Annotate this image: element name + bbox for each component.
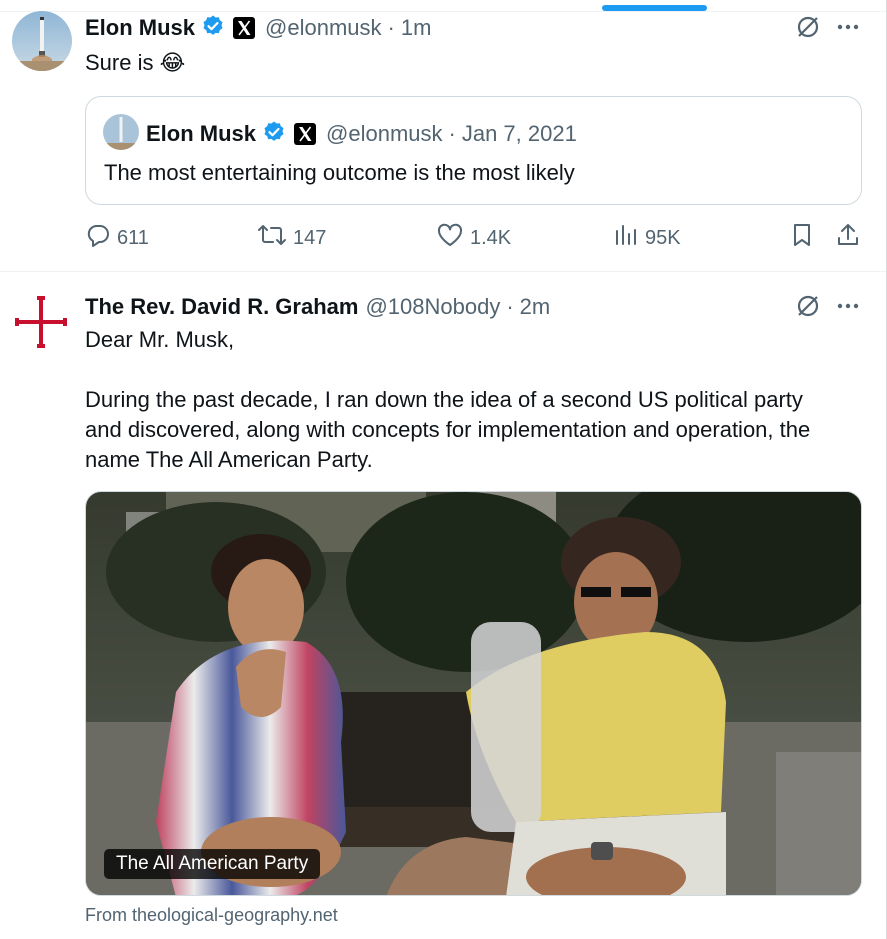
- media-card[interactable]: The All American Party: [85, 491, 862, 896]
- quote-author-handle: @elonmusk: [326, 121, 443, 146]
- separator-dot: ·: [448, 121, 456, 146]
- tweet-text-line: and discovered, along with concepts for …: [85, 417, 811, 442]
- reply-icon: [85, 222, 117, 254]
- share-button[interactable]: [835, 222, 867, 254]
- tweet-text: Sure is 😂: [85, 50, 186, 75]
- reply-count: 611: [117, 226, 149, 249]
- reply-button[interactable]: 611: [85, 222, 149, 254]
- tweet-header: Elon Musk @elonmusk · 1m: [85, 13, 431, 43]
- tweet-text-line: Dear Mr. Musk,: [85, 327, 235, 352]
- views-icon: [613, 222, 645, 254]
- more-icon[interactable]: [835, 14, 861, 40]
- tweet-text-line: During the past decade, I ran down the i…: [85, 387, 803, 412]
- avatar[interactable]: [10, 290, 72, 352]
- quote-author-name: Elon Musk: [146, 121, 257, 146]
- tweet-controls: [795, 14, 861, 40]
- timestamp[interactable]: 1m: [401, 15, 432, 41]
- author-name[interactable]: The Rev. David R. Graham: [85, 294, 358, 320]
- repost-count: 147: [293, 226, 327, 249]
- quote-date: Jan 7, 2021: [461, 121, 577, 146]
- grok-icon[interactable]: [795, 293, 821, 319]
- avatar[interactable]: [12, 11, 72, 71]
- tweet-2[interactable]: The Rev. David R. Graham @108Nobody · 2m…: [0, 272, 886, 939]
- verified-badge-icon: [262, 120, 286, 149]
- x-logo-icon: [294, 123, 317, 145]
- separator-dot: ·: [506, 294, 514, 319]
- grok-icon[interactable]: [795, 14, 821, 40]
- quote-tweet[interactable]: Elon Musk @elonmusk · Jan 7, 2021 The mo…: [85, 96, 862, 205]
- bookmark-button[interactable]: [790, 222, 820, 254]
- like-icon: [436, 222, 470, 254]
- link-source[interactable]: From theological-geography.net: [85, 905, 338, 926]
- media-caption: The All American Party: [104, 849, 321, 879]
- timestamp[interactable]: 2m: [520, 294, 551, 320]
- repost-icon: [257, 222, 293, 254]
- bookmark-icon: [790, 222, 820, 254]
- author-name[interactable]: Elon Musk: [85, 15, 195, 41]
- tweet-controls: [795, 293, 861, 319]
- media-photo: [86, 492, 861, 895]
- separator-dot: ·: [387, 15, 395, 40]
- verified-badge-icon: [201, 14, 225, 43]
- quote-avatar[interactable]: [103, 114, 139, 150]
- author-handle[interactable]: @108Nobody: [365, 294, 500, 320]
- like-button[interactable]: 1.4K: [436, 222, 511, 254]
- views-button[interactable]: 95K: [613, 222, 681, 254]
- tweet-1[interactable]: Elon Musk @elonmusk · 1m Sure is 😂 Elon: [0, 0, 886, 272]
- tweet-header: The Rev. David R. Graham @108Nobody · 2m: [85, 292, 550, 322]
- quote-text: The most entertaining outcome is the mos…: [104, 160, 575, 185]
- action-bar: 611 147 1.4K 95K: [85, 222, 865, 258]
- share-icon: [835, 222, 867, 254]
- views-count: 95K: [645, 226, 681, 249]
- repost-button[interactable]: 147: [257, 222, 326, 254]
- quote-header: Elon Musk @elonmusk · Jan 7, 2021: [146, 119, 577, 149]
- like-count: 1.4K: [470, 226, 512, 249]
- x-logo-icon: [233, 17, 256, 39]
- more-icon[interactable]: [835, 293, 861, 319]
- tweet-text-line: name The All American Party.: [85, 447, 373, 472]
- author-handle[interactable]: @elonmusk: [265, 15, 382, 41]
